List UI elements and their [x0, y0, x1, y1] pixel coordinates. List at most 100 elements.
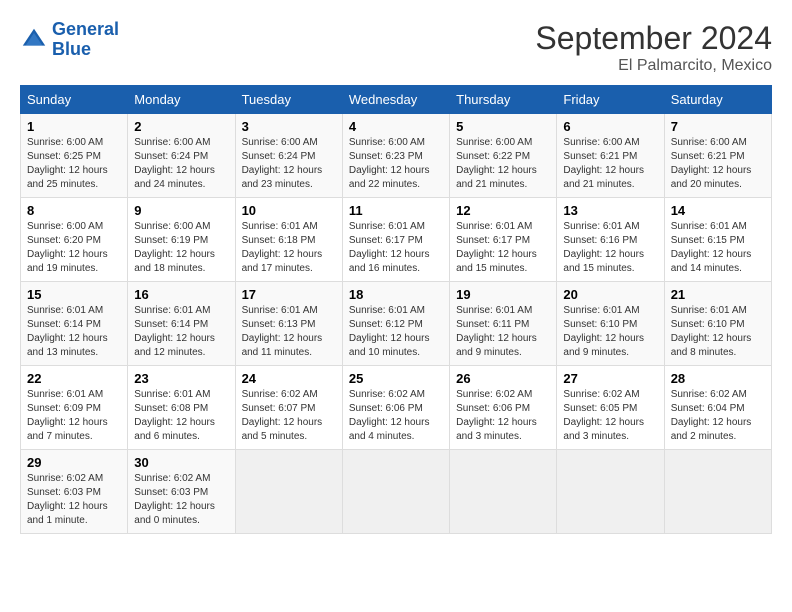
calendar-cell: 2 Sunrise: 6:00 AMSunset: 6:24 PMDaylight… — [128, 114, 235, 198]
day-number: 6 — [563, 119, 657, 134]
day-number: 30 — [134, 455, 228, 470]
calendar-cell: 24 Sunrise: 6:02 AMSunset: 6:07 PMDayligh… — [235, 366, 342, 450]
day-number: 3 — [242, 119, 336, 134]
day-info: Sunrise: 6:01 AMSunset: 6:08 PMDaylight:… — [134, 388, 228, 444]
day-info: Sunrise: 6:00 AMSunset: 6:21 PMDaylight:… — [563, 136, 657, 192]
day-info: Sunrise: 6:01 AMSunset: 6:14 PMDaylight:… — [134, 304, 228, 360]
calendar-week-1: 1 Sunrise: 6:00 AMSunset: 6:25 PMDaylight… — [21, 114, 772, 198]
calendar-cell: 4Sunrise: 6:00 AMSunset: 6:23 PMDaylight… — [342, 114, 449, 198]
day-info: Sunrise: 6:01 AMSunset: 6:10 PMDaylight:… — [563, 304, 657, 360]
header-tuesday: Tuesday — [235, 86, 342, 114]
calendar-cell: 10Sunrise: 6:01 AMSunset: 6:18 PMDayligh… — [235, 198, 342, 282]
day-number: 1 — [27, 119, 121, 134]
calendar-week-3: 15Sunrise: 6:01 AMSunset: 6:14 PMDayligh… — [21, 282, 772, 366]
calendar-cell: 19 Sunrise: 6:01 AMSunset: 6:11 PMDayligh… — [450, 282, 557, 366]
calendar-cell: 30 Sunrise: 6:02 AMSunset: 6:03 PMDayligh… — [128, 450, 235, 534]
day-number: 12 — [456, 203, 550, 218]
calendar-cell: 27 Sunrise: 6:02 AMSunset: 6:05 PMDayligh… — [557, 366, 664, 450]
day-number: 16 — [134, 287, 228, 302]
calendar-cell: 5Sunrise: 6:00 AMSunset: 6:22 PMDaylight… — [450, 114, 557, 198]
day-info: Sunrise: 6:01 AMSunset: 6:11 PMDaylight:… — [456, 304, 550, 360]
calendar-cell: 21 Sunrise: 6:01 AMSunset: 6:10 PMDayligh… — [664, 282, 771, 366]
calendar-cell: 20 Sunrise: 6:01 AMSunset: 6:10 PMDayligh… — [557, 282, 664, 366]
calendar-cell: 26 Sunrise: 6:02 AMSunset: 6:06 PMDayligh… — [450, 366, 557, 450]
logo-icon — [20, 26, 48, 54]
day-number: 2 — [134, 119, 228, 134]
day-info: Sunrise: 6:02 AMSunset: 6:07 PMDaylight:… — [242, 388, 336, 444]
calendar-cell: 18 Sunrise: 6:01 AMSunset: 6:12 PMDayligh… — [342, 282, 449, 366]
day-info: Sunrise: 6:00 AMSunset: 6:20 PMDaylight:… — [27, 220, 121, 276]
day-info: Sunrise: 6:01 AMSunset: 6:14 PMDaylight:… — [27, 304, 121, 360]
calendar-header-row: SundayMondayTuesdayWednesdayThursdayFrid… — [21, 86, 772, 114]
header: General Blue September 2024 El Palmarcit… — [20, 20, 772, 75]
day-info: Sunrise: 6:02 AMSunset: 6:04 PMDaylight:… — [671, 388, 765, 444]
day-info: Sunrise: 6:00 AMSunset: 6:24 PMDaylight:… — [134, 136, 228, 192]
day-number: 23 — [134, 371, 228, 386]
day-info: Sunrise: 6:02 AMSunset: 6:06 PMDaylight:… — [456, 388, 550, 444]
day-info: Sunrise: 6:00 AMSunset: 6:24 PMDaylight:… — [242, 136, 336, 192]
day-number: 18 — [349, 287, 443, 302]
logo-blue: Blue — [52, 40, 119, 60]
day-info: Sunrise: 6:01 AMSunset: 6:15 PMDaylight:… — [671, 220, 765, 276]
calendar-cell: 25 Sunrise: 6:02 AMSunset: 6:06 PMDayligh… — [342, 366, 449, 450]
day-number: 20 — [563, 287, 657, 302]
day-number: 19 — [456, 287, 550, 302]
header-saturday: Saturday — [664, 86, 771, 114]
day-info: Sunrise: 6:01 AMSunset: 6:12 PMDaylight:… — [349, 304, 443, 360]
calendar-week-5: 29 Sunrise: 6:02 AMSunset: 6:03 PMDayligh… — [21, 450, 772, 534]
calendar-cell — [235, 450, 342, 534]
calendar-table: SundayMondayTuesdayWednesdayThursdayFrid… — [20, 85, 772, 534]
day-info: Sunrise: 6:01 AMSunset: 6:13 PMDaylight:… — [242, 304, 336, 360]
header-thursday: Thursday — [450, 86, 557, 114]
day-number: 22 — [27, 371, 121, 386]
day-info: Sunrise: 6:02 AMSunset: 6:03 PMDaylight:… — [134, 472, 228, 528]
calendar-cell — [342, 450, 449, 534]
day-info: Sunrise: 6:00 AMSunset: 6:22 PMDaylight:… — [456, 136, 550, 192]
day-info: Sunrise: 6:02 AMSunset: 6:03 PMDaylight:… — [27, 472, 121, 528]
calendar-week-4: 22 Sunrise: 6:01 AMSunset: 6:09 PMDayligh… — [21, 366, 772, 450]
day-number: 29 — [27, 455, 121, 470]
calendar-cell — [450, 450, 557, 534]
day-number: 21 — [671, 287, 765, 302]
calendar-cell: 8Sunrise: 6:00 AMSunset: 6:20 PMDaylight… — [21, 198, 128, 282]
month-title: September 2024 — [535, 20, 772, 57]
calendar-cell: 14Sunrise: 6:01 AMSunset: 6:15 PMDayligh… — [664, 198, 771, 282]
header-sunday: Sunday — [21, 86, 128, 114]
calendar-cell: 11 Sunrise: 6:01 AMSunset: 6:17 PMDayligh… — [342, 198, 449, 282]
calendar-cell: 29 Sunrise: 6:02 AMSunset: 6:03 PMDayligh… — [21, 450, 128, 534]
day-number: 28 — [671, 371, 765, 386]
header-wednesday: Wednesday — [342, 86, 449, 114]
day-info: Sunrise: 6:00 AMSunset: 6:21 PMDaylight:… — [671, 136, 765, 192]
day-info: Sunrise: 6:01 AMSunset: 6:09 PMDaylight:… — [27, 388, 121, 444]
day-number: 27 — [563, 371, 657, 386]
calendar-cell: 6 Sunrise: 6:00 AMSunset: 6:21 PMDaylight… — [557, 114, 664, 198]
title-area: September 2024 El Palmarcito, Mexico — [535, 20, 772, 75]
day-number: 11 — [349, 203, 443, 218]
calendar-cell — [664, 450, 771, 534]
logo-general: General — [52, 19, 119, 39]
day-number: 26 — [456, 371, 550, 386]
calendar-cell: 9Sunrise: 6:00 AMSunset: 6:19 PMDaylight… — [128, 198, 235, 282]
day-info: Sunrise: 6:01 AMSunset: 6:17 PMDaylight:… — [456, 220, 550, 276]
calendar-week-2: 8Sunrise: 6:00 AMSunset: 6:20 PMDaylight… — [21, 198, 772, 282]
day-info: Sunrise: 6:01 AMSunset: 6:18 PMDaylight:… — [242, 220, 336, 276]
calendar-cell: 12 Sunrise: 6:01 AMSunset: 6:17 PMDayligh… — [450, 198, 557, 282]
header-friday: Friday — [557, 86, 664, 114]
calendar-cell: 3 Sunrise: 6:00 AMSunset: 6:24 PMDaylight… — [235, 114, 342, 198]
header-monday: Monday — [128, 86, 235, 114]
day-number: 17 — [242, 287, 336, 302]
day-info: Sunrise: 6:00 AMSunset: 6:25 PMDaylight:… — [27, 136, 121, 192]
calendar-cell: 15Sunrise: 6:01 AMSunset: 6:14 PMDayligh… — [21, 282, 128, 366]
day-number: 9 — [134, 203, 228, 218]
calendar-cell: 16 Sunrise: 6:01 AMSunset: 6:14 PMDayligh… — [128, 282, 235, 366]
calendar-cell: 13Sunrise: 6:01 AMSunset: 6:16 PMDayligh… — [557, 198, 664, 282]
day-number: 24 — [242, 371, 336, 386]
day-info: Sunrise: 6:01 AMSunset: 6:10 PMDaylight:… — [671, 304, 765, 360]
calendar-cell: 23 Sunrise: 6:01 AMSunset: 6:08 PMDayligh… — [128, 366, 235, 450]
calendar-cell: 17 Sunrise: 6:01 AMSunset: 6:13 PMDayligh… — [235, 282, 342, 366]
day-info: Sunrise: 6:02 AMSunset: 6:06 PMDaylight:… — [349, 388, 443, 444]
day-info: Sunrise: 6:01 AMSunset: 6:17 PMDaylight:… — [349, 220, 443, 276]
day-info: Sunrise: 6:02 AMSunset: 6:05 PMDaylight:… — [563, 388, 657, 444]
location-subtitle: El Palmarcito, Mexico — [535, 57, 772, 75]
day-number: 25 — [349, 371, 443, 386]
